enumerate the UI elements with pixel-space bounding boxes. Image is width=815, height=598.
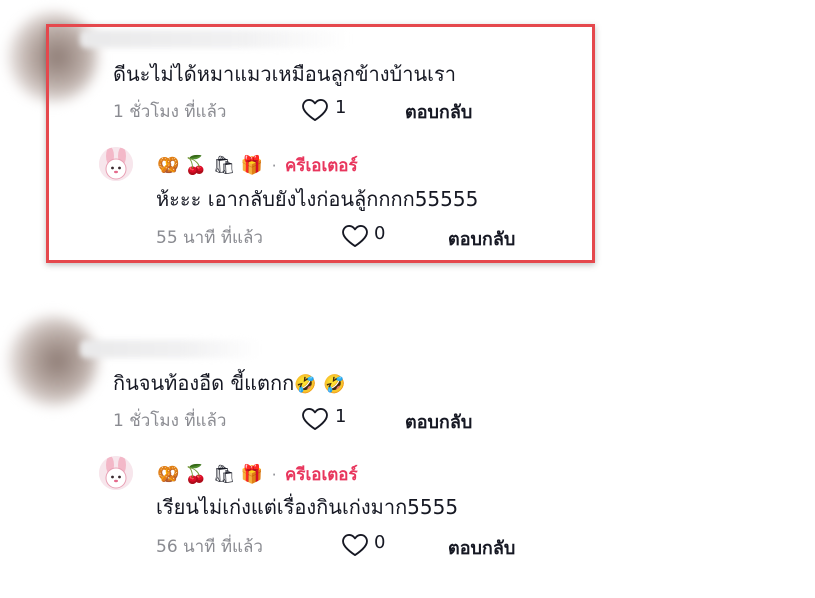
shopping-bag-badge-icon: 🛍 xyxy=(212,464,236,485)
heart-icon[interactable] xyxy=(341,531,369,557)
reply-timestamp: 56 นาที ที่แล้ว xyxy=(156,537,263,557)
reply-button[interactable]: ตอบกลับ xyxy=(405,97,472,126)
separator-dot: · xyxy=(271,157,277,175)
reply-timestamp: 55 นาที ที่แล้ว xyxy=(156,228,263,248)
like-count: 0 xyxy=(374,532,386,553)
pretzel-badge-icon: 🥨 xyxy=(157,464,180,485)
heart-icon[interactable] xyxy=(341,222,369,248)
like-count: 1 xyxy=(335,406,347,427)
rofl-emoji-icon: 🤣 xyxy=(323,374,346,395)
gift-badge-icon: 🎁 xyxy=(240,155,264,176)
creator-badges: 🥨 🍒 🛍 🎁 · ครีเอเตอร์ xyxy=(157,461,358,488)
commenter-name-blurred[interactable] xyxy=(80,340,260,358)
comment-text: กินจนท้องอืด ขี้แตกก🤣 🤣 xyxy=(113,367,345,399)
creator-label: ครีเอเตอร์ xyxy=(284,465,358,485)
comment-timestamp: 1 ชั่วโมง ที่แล้ว xyxy=(113,102,227,122)
cherry-badge-icon: 🍒 xyxy=(184,464,208,485)
gift-badge-icon: 🎁 xyxy=(240,464,264,485)
reply-button[interactable]: ตอบกลับ xyxy=(405,407,472,436)
reply-button[interactable]: ตอบกลับ xyxy=(448,224,515,253)
shopping-bag-badge-icon: 🛍 xyxy=(212,155,236,176)
reply-text: ห้ะะะ เอากลับยังไงก่อนลู้กกกก55555 xyxy=(156,187,479,211)
creator-badges: 🥨 🍒 🛍 🎁 · ครีเอเตอร์ xyxy=(157,152,358,179)
creator-avatar[interactable] xyxy=(99,147,133,181)
heart-icon[interactable] xyxy=(301,405,329,431)
comment-timestamp: 1 ชั่วโมง ที่แล้ว xyxy=(113,411,227,431)
reply-text: เรียนไม่เก่งแต่เรื่องกินเก่งมาก5555 xyxy=(156,495,459,519)
rofl-emoji-icon: 🤣 xyxy=(294,374,317,395)
comment-text-body: กินจนท้องอืด ขี้แตกก xyxy=(113,371,295,395)
like-count: 1 xyxy=(335,97,347,118)
pretzel-badge-icon: 🥨 xyxy=(157,155,180,176)
like-count: 0 xyxy=(374,223,386,244)
creator-avatar[interactable] xyxy=(99,456,133,490)
reply-button[interactable]: ตอบกลับ xyxy=(448,533,515,562)
bunny-avatar-icon xyxy=(99,147,133,181)
cherry-badge-icon: 🍒 xyxy=(184,155,208,176)
separator-dot: · xyxy=(271,466,277,484)
creator-label: ครีเอเตอร์ xyxy=(284,156,358,176)
bunny-avatar-icon xyxy=(99,456,133,490)
commenter-avatar-blurred[interactable] xyxy=(8,316,98,406)
comment-text: ดีนะไม่ได้หมาแมวเหมือนลูกข้างบ้านเรา xyxy=(113,62,456,86)
heart-icon[interactable] xyxy=(301,96,329,122)
